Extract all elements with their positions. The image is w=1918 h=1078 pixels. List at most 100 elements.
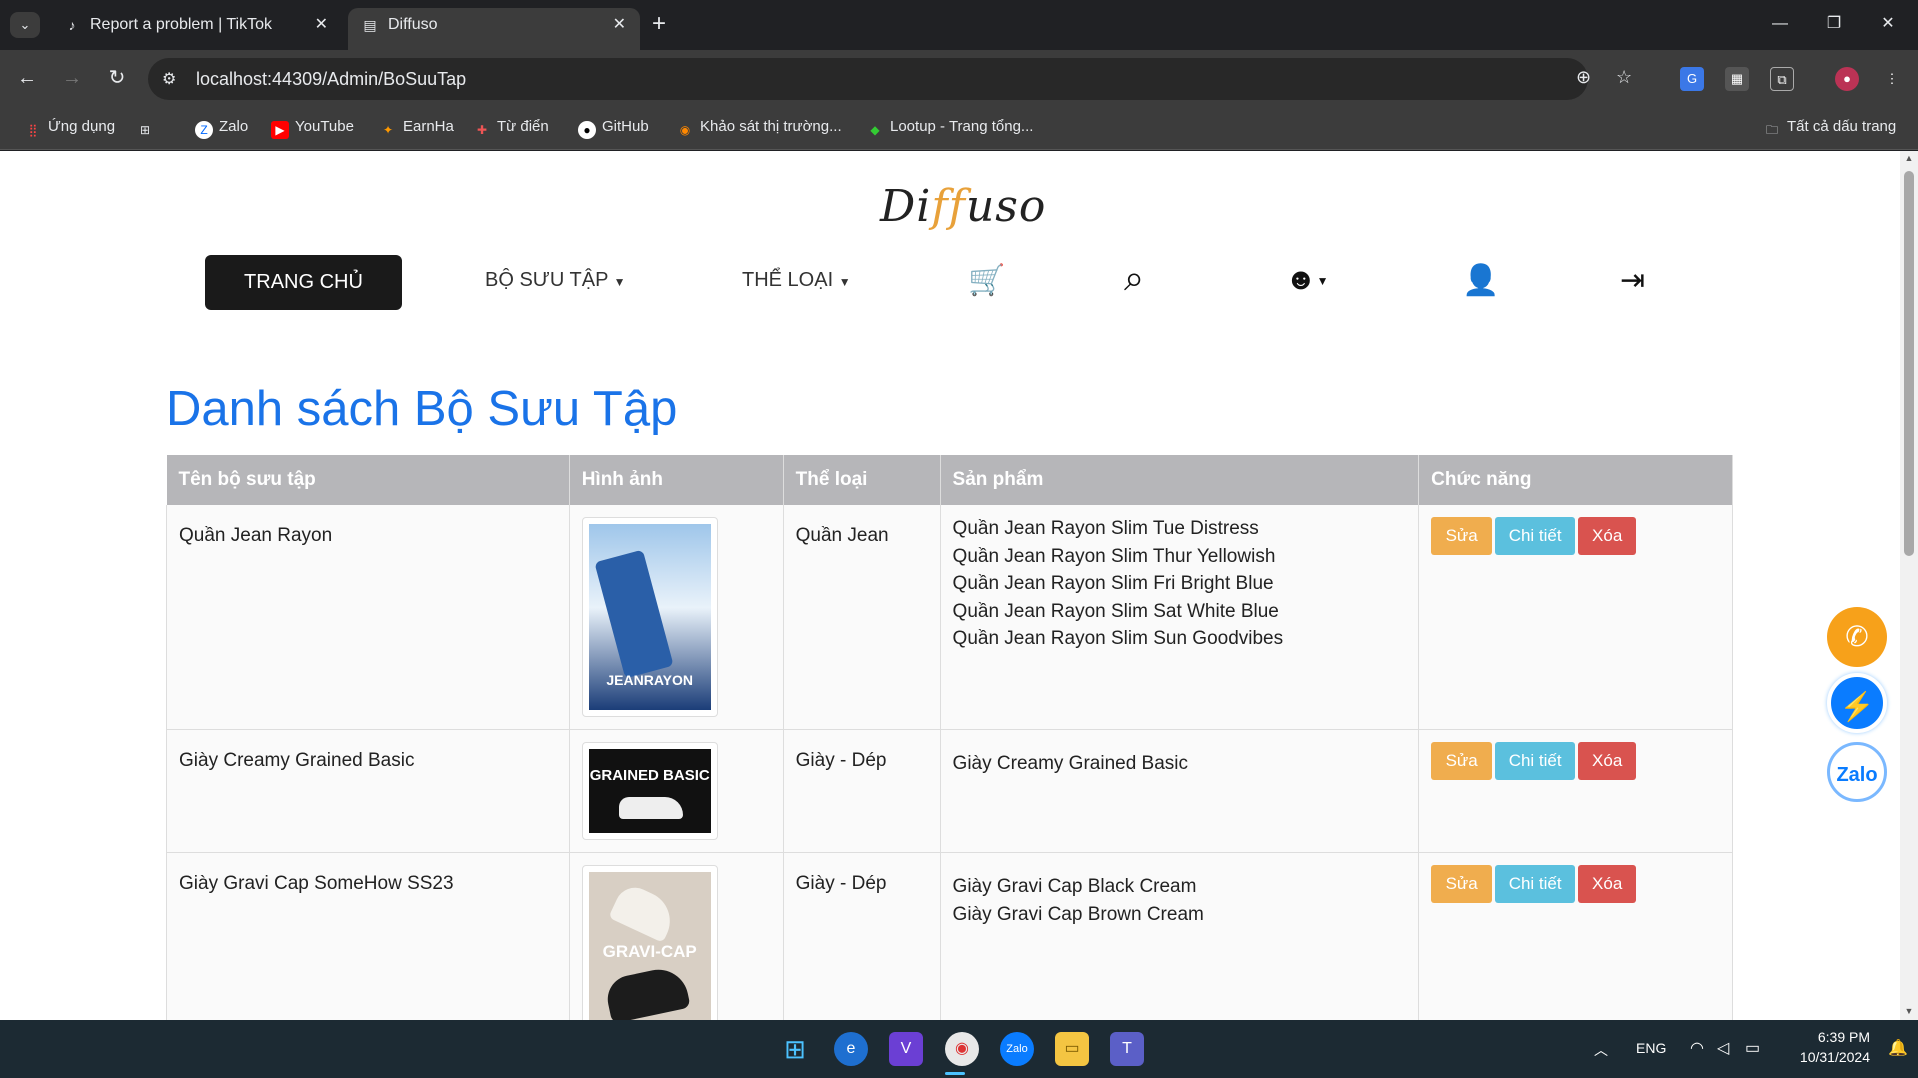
bookmark-lootup[interactable]: ◆ Lootup - Trang tổng...: [866, 118, 1033, 139]
column-header: Sản phẩm: [940, 455, 1420, 505]
messenger-contact-button[interactable]: ⚡: [1827, 673, 1887, 733]
edge-dev-icon[interactable]: e: [834, 1032, 868, 1066]
reload-button[interactable]: ↻: [102, 63, 132, 93]
tab-tiktok[interactable]: ♪ Report a problem | TikTok ✕: [50, 8, 342, 50]
nav-categories-dropdown[interactable]: THỂ LOẠI ▼: [742, 269, 851, 292]
extensions-icon[interactable]: ⧉: [1770, 67, 1794, 91]
gravi-cap-image: GRAVI-CAP: [588, 872, 711, 1020]
tray-chevron-icon[interactable]: ︿: [1594, 1040, 1608, 1060]
zalo-contact-button[interactable]: Zalo: [1827, 742, 1887, 802]
detail-button[interactable]: Chi tiết: [1495, 517, 1576, 555]
delete-button[interactable]: Xóa: [1578, 517, 1637, 555]
cart-icon[interactable]: 🛒: [968, 263, 1005, 298]
page-scrollbar[interactable]: ▲ ▼: [1900, 151, 1918, 1020]
admin-user-dropdown[interactable]: ☻▼: [1285, 263, 1328, 297]
visual-studio-icon[interactable]: V: [889, 1032, 923, 1066]
tab-search-button[interactable]: ⌄: [10, 12, 40, 38]
scroll-down-icon[interactable]: ▼: [1900, 1006, 1918, 1016]
collection-category: Giày - Dép: [782, 852, 941, 1020]
new-tab-button[interactable]: +: [652, 10, 666, 38]
site-logo[interactable]: Diffuso: [880, 181, 1046, 232]
nav-home-button[interactable]: TRANG CHỦ: [205, 255, 402, 310]
bookmark-star-icon[interactable]: ☆: [1616, 67, 1632, 88]
bookmark-label: Ứng dụng: [48, 118, 116, 135]
page-viewport: Diffuso TRANG CHỦ BỘ SƯU TẬP ▼ THỂ LOẠI …: [0, 151, 1900, 1020]
product-item: Quần Jean Rayon Slim Fri Bright Blue: [952, 573, 1274, 594]
url-text[interactable]: localhost:44309/Admin/BoSuuTap: [196, 69, 466, 90]
logout-icon[interactable]: ⇥: [1620, 263, 1645, 298]
file-explorer-icon[interactable]: ▭: [1055, 1032, 1089, 1066]
volume-icon[interactable]: ◁: [1717, 1038, 1729, 1058]
nav-collections-dropdown[interactable]: BỘ SƯU TẬP ▼: [485, 269, 626, 292]
shoe-graphic: [608, 881, 680, 943]
battery-icon[interactable]: ▭: [1745, 1038, 1760, 1058]
teams-icon[interactable]: T: [1110, 1032, 1144, 1066]
wifi-icon[interactable]: ◠: [1690, 1038, 1704, 1058]
delete-button[interactable]: Xóa: [1578, 865, 1637, 903]
page-icon: ▤: [363, 17, 377, 33]
detail-button[interactable]: Chi tiết: [1495, 865, 1576, 903]
browser-window: ⌄ ♪ Report a problem | TikTok ✕ ▤ Diffus…: [0, 0, 1918, 1020]
caret-down-icon: ▼: [613, 275, 626, 289]
bookmark-earnha[interactable]: ✦ EarnHa: [379, 118, 454, 139]
collection-category: Giày - Dép: [782, 729, 941, 853]
bookmark-label: Tất cả dấu trang: [1787, 118, 1897, 135]
collection-image-cell: GRAINED BASIC: [568, 729, 784, 853]
survey-icon: ◉: [679, 123, 691, 137]
menu-kebab-icon[interactable]: ⋮: [1880, 67, 1904, 91]
language-indicator[interactable]: ENG: [1636, 1040, 1666, 1056]
active-app-indicator: [945, 1072, 965, 1075]
restore-button[interactable]: ❐: [1814, 10, 1854, 38]
bookmark-dictionary[interactable]: ✚ Từ điển: [473, 118, 549, 139]
phone-contact-button[interactable]: ✆: [1827, 607, 1887, 667]
all-bookmarks[interactable]: 🗀 Tất cả dấu trang: [1763, 118, 1896, 139]
clock-date[interactable]: 10/31/2024: [1780, 1049, 1870, 1065]
logo-text: Di: [880, 181, 932, 232]
windows-start-icon[interactable]: ⊞: [778, 1032, 812, 1066]
minimize-button[interactable]: —: [1760, 10, 1800, 38]
scroll-thumb[interactable]: [1904, 171, 1914, 556]
site-info-icon[interactable]: ⚙: [162, 69, 176, 89]
clock-time[interactable]: 6:39 PM: [1790, 1029, 1870, 1045]
zalo-app-icon[interactable]: Zalo: [1000, 1032, 1034, 1066]
bookmark-grid[interactable]: ⊞: [136, 118, 160, 139]
detail-button[interactable]: Chi tiết: [1495, 742, 1576, 780]
collection-image: JEANRAYON: [581, 517, 718, 717]
delete-button[interactable]: Xóa: [1578, 742, 1637, 780]
scroll-up-icon[interactable]: ▲: [1900, 153, 1918, 163]
tab-diffuso[interactable]: ▤ Diffuso ✕: [348, 8, 640, 50]
zoom-icon[interactable]: ⊕: [1576, 67, 1591, 88]
forward-button[interactable]: →: [57, 63, 87, 93]
close-tab-icon[interactable]: ✕: [613, 8, 626, 42]
back-button[interactable]: ←: [12, 63, 42, 93]
qr-extension-icon[interactable]: ▦: [1725, 67, 1749, 91]
caret-down-icon: ▼: [1316, 274, 1329, 289]
search-icon[interactable]: ⌕: [1124, 257, 1144, 300]
edit-button[interactable]: Sửa: [1431, 517, 1493, 555]
profile-avatar[interactable]: ●: [1835, 67, 1859, 91]
translate-extension-icon[interactable]: G: [1680, 67, 1704, 91]
column-header: Tên bộ sưu tập: [166, 455, 570, 505]
user-settings-icon[interactable]: 👤: [1462, 263, 1499, 298]
address-bar[interactable]: ⚙ localhost:44309/Admin/BoSuuTap ⊕ ☆: [148, 58, 1632, 100]
bookmark-apps[interactable]: ⣿ Ứng dụng: [24, 118, 115, 139]
close-tab-icon[interactable]: ✕: [315, 8, 328, 42]
page-title: Danh sách Bộ Sưu Tập: [166, 382, 678, 436]
edit-button[interactable]: Sửa: [1431, 742, 1493, 780]
bookmark-zalo[interactable]: Z Zalo: [195, 118, 248, 139]
column-header: Chức năng: [1418, 455, 1733, 505]
chrome-icon[interactable]: ◉: [945, 1032, 979, 1066]
close-window-button[interactable]: ✕: [1868, 10, 1908, 38]
bookmark-label: YouTube: [295, 118, 354, 135]
notifications-icon[interactable]: 🔔: [1888, 1038, 1908, 1058]
edit-button[interactable]: Sửa: [1431, 865, 1493, 903]
bookmark-youtube[interactable]: ▶ YouTube: [271, 118, 354, 139]
bookmark-github[interactable]: ● GitHub: [578, 118, 649, 139]
product-item: Quần Jean Rayon Slim Thur Yellowish: [952, 545, 1276, 567]
bookmark-survey[interactable]: ◉ Khảo sát thị trường...: [676, 118, 842, 139]
collection-image-cell: GRAVI-CAP: [568, 852, 784, 1020]
collection-actions: Sửa Chi tiết Xóa: [1418, 505, 1733, 730]
product-item: Giày Creamy Grained Basic: [952, 753, 1189, 774]
bookmark-label: Từ điển: [497, 118, 549, 135]
